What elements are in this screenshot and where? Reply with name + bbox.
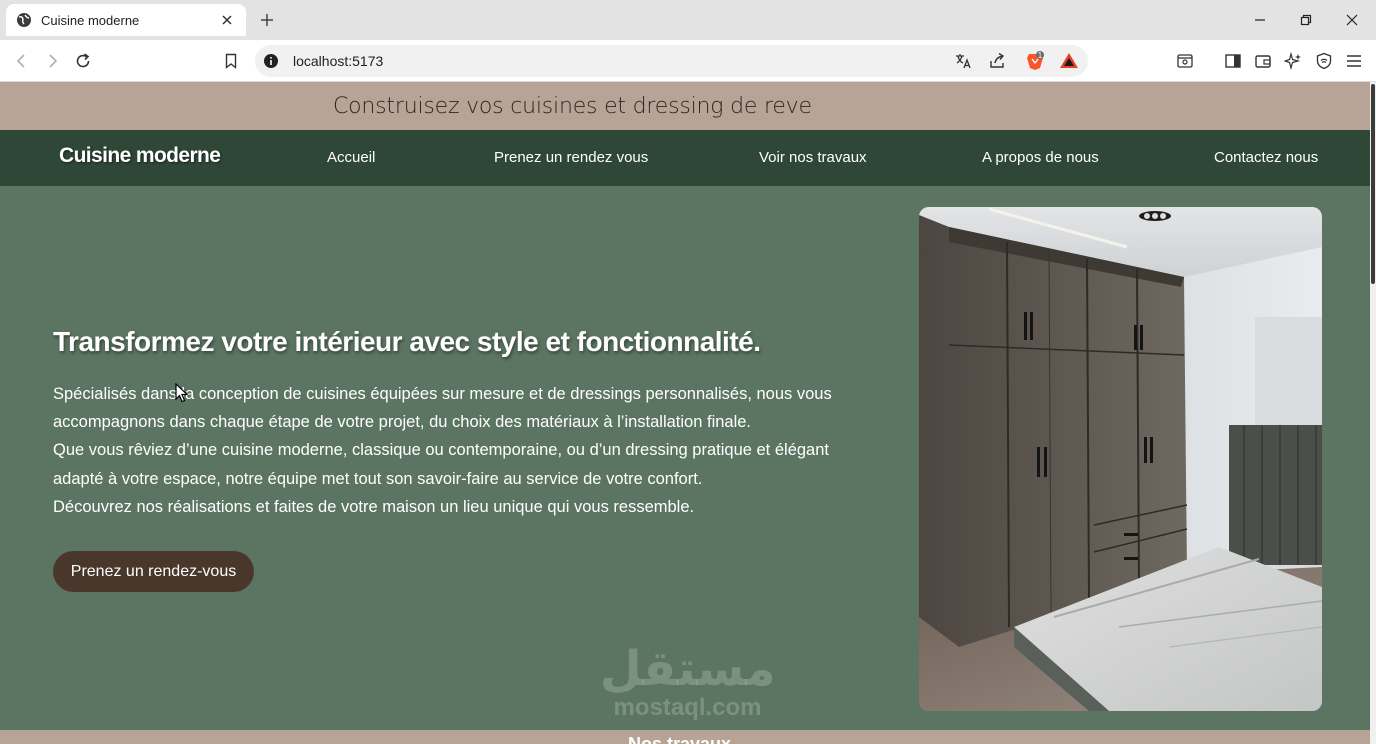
tab-search-icon[interactable]: [1174, 50, 1196, 72]
works-section-title: Nos travaux: [628, 734, 732, 744]
menu-icon[interactable]: [1343, 50, 1365, 72]
browser-toolbar: localhost:5173 1: [0, 40, 1376, 82]
vpn-shield-icon[interactable]: [1313, 50, 1335, 72]
wallet-icon[interactable]: [1252, 50, 1274, 72]
address-bar[interactable]: localhost:5173 1: [255, 45, 1088, 77]
watermark-arabic: مستقل: [600, 641, 776, 697]
sidebar-toggle-icon[interactable]: [1222, 50, 1244, 72]
hero-text-line: adapté à votre espace, notre équipe met …: [53, 469, 703, 488]
nav-link-rendez-vous[interactable]: Prenez un rendez vous: [494, 149, 648, 166]
bookmark-icon[interactable]: [220, 50, 242, 72]
hero-description: Spécialisés dans la conception de cuisin…: [53, 380, 853, 521]
reload-icon[interactable]: [72, 50, 94, 72]
hero-text-line: accompagnons dans chaque étape de votre …: [53, 413, 752, 432]
site-logo[interactable]: Cuisine moderne: [59, 144, 221, 168]
banner-tagline: Construisez vos cuisines et dressing de …: [333, 94, 812, 119]
mostaql-watermark: مستقل mostaql.com: [600, 641, 776, 721]
site-navbar: Cuisine moderne Accueil Prenez un rendez…: [0, 130, 1370, 186]
back-arrow-icon[interactable]: [11, 50, 33, 72]
share-icon[interactable]: [987, 51, 1007, 71]
hero-text-line: Que vous rêviez d’une cuisine moderne, c…: [53, 441, 829, 460]
info-icon[interactable]: [263, 53, 279, 69]
hero-text-line: Découvrez nos réalisations et faites de …: [53, 497, 695, 516]
browser-tabstrip: Cuisine moderne: [0, 0, 1376, 40]
restore-window-button[interactable]: [1296, 10, 1316, 30]
new-tab-button[interactable]: [257, 10, 277, 30]
translate-icon[interactable]: [953, 51, 973, 71]
nav-link-a-propos[interactable]: A propos de nous: [982, 149, 1099, 166]
shields-badge: 1: [1037, 51, 1043, 60]
forward-arrow-icon[interactable]: [41, 50, 63, 72]
brave-rewards-icon[interactable]: [1059, 51, 1079, 71]
browser-tab[interactable]: Cuisine moderne: [6, 4, 246, 36]
hero-title: Transformez votre intérieur avec style e…: [53, 326, 761, 357]
watermark-latin: mostaql.com: [613, 694, 762, 721]
leo-ai-icon[interactable]: [1282, 50, 1304, 72]
nav-link-travaux[interactable]: Voir nos travaux: [759, 149, 867, 166]
mouse-cursor-icon: [175, 382, 189, 403]
url-text: localhost:5173: [293, 53, 384, 69]
close-tab-icon[interactable]: [218, 11, 236, 29]
close-window-button[interactable]: [1342, 10, 1362, 30]
nav-link-contact[interactable]: Contactez nous: [1214, 149, 1318, 166]
scrollbar-thumb[interactable]: [1371, 84, 1375, 284]
globe-icon: [16, 12, 32, 28]
page-scrollbar[interactable]: [1370, 82, 1376, 744]
minimize-window-button[interactable]: [1250, 10, 1270, 30]
tab-title: Cuisine moderne: [41, 12, 140, 28]
top-banner: Construisez vos cuisines et dressing de …: [0, 82, 1370, 130]
web-page: Construisez vos cuisines et dressing de …: [0, 82, 1376, 744]
works-section: Nos travaux: [0, 730, 1370, 744]
nav-link-accueil[interactable]: Accueil: [327, 149, 375, 166]
brave-lion-icon[interactable]: 1: [1025, 51, 1045, 71]
hero-photo: [919, 207, 1322, 711]
hero-text-line: Spécialisés dans la conception de cuisin…: [53, 385, 832, 403]
book-appointment-button[interactable]: Prenez un rendez-vous: [53, 551, 254, 592]
